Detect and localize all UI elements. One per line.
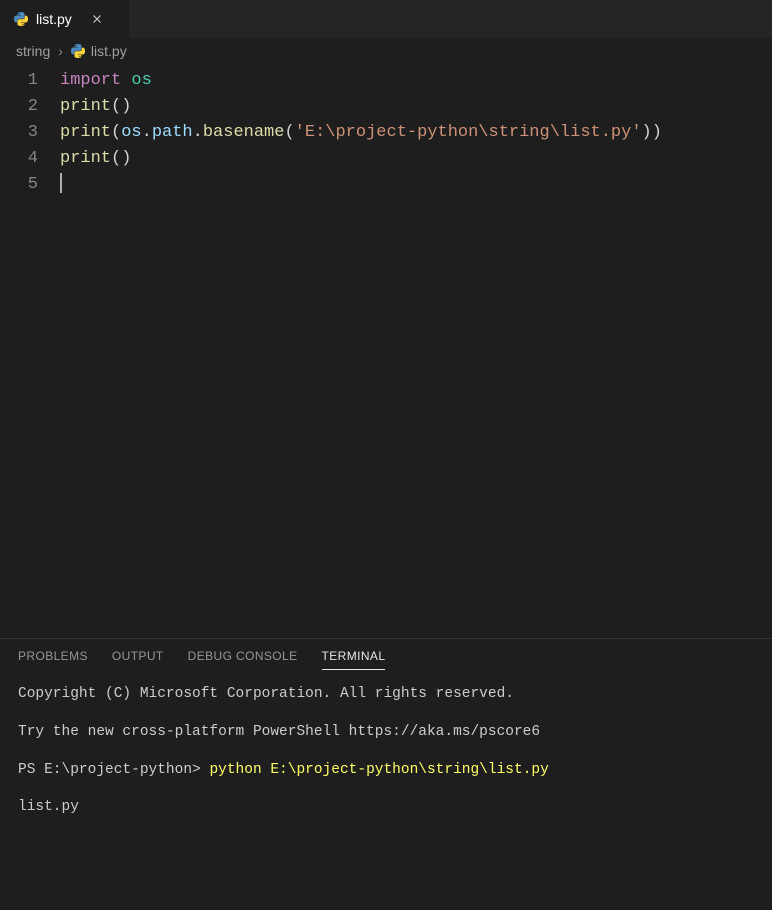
chevron-right-icon: ›: [58, 43, 63, 59]
tab-terminal[interactable]: TERMINAL: [322, 649, 386, 670]
code-line[interactable]: [60, 172, 772, 198]
line-number: 4: [0, 146, 38, 172]
text-cursor: [60, 173, 62, 193]
line-number: 1: [0, 68, 38, 94]
breadcrumb-item-file[interactable]: list.py: [71, 43, 127, 59]
line-number: 3: [0, 120, 38, 146]
breadcrumb-label: list.py: [91, 43, 127, 59]
tab-debug-console[interactable]: DEBUG CONSOLE: [188, 649, 298, 670]
python-icon: [14, 12, 28, 26]
breadcrumb-label: string: [16, 43, 50, 59]
breadcrumb[interactable]: string › list.py: [0, 38, 772, 64]
terminal-content[interactable]: Copyright (C) Microsoft Corporation. All…: [0, 674, 772, 910]
terminal-output: list.py: [18, 797, 754, 819]
code-line[interactable]: print(): [60, 94, 772, 120]
python-icon: [71, 44, 85, 58]
tab-title: list.py: [36, 11, 72, 27]
breadcrumb-item-string[interactable]: string: [16, 43, 50, 59]
bottom-panel: PROBLEMS OUTPUT DEBUG CONSOLE TERMINAL C…: [0, 638, 772, 910]
line-number: 2: [0, 94, 38, 120]
code-line[interactable]: print(): [60, 146, 772, 172]
terminal-prompt-line: PS E:\project-python> python E:\project-…: [18, 760, 754, 782]
tab-output[interactable]: OUTPUT: [112, 649, 164, 670]
line-number: 5: [0, 172, 38, 198]
code-editor[interactable]: 12345 import osprint()print(os.path.base…: [0, 64, 772, 638]
tab-problems[interactable]: PROBLEMS: [18, 649, 88, 670]
terminal-command: python E:\project-python\string\list.py: [209, 762, 548, 778]
code-area[interactable]: import osprint()print(os.path.basename('…: [60, 68, 772, 638]
code-line[interactable]: print(os.path.basename('E:\project-pytho…: [60, 120, 772, 146]
close-icon[interactable]: [88, 10, 106, 28]
tabs-bar: list.py: [0, 0, 772, 38]
terminal-line: Copyright (C) Microsoft Corporation. All…: [18, 684, 754, 706]
line-gutter: 12345: [0, 68, 60, 638]
panel-tabs: PROBLEMS OUTPUT DEBUG CONSOLE TERMINAL: [0, 639, 772, 674]
terminal-line: Try the new cross-platform PowerShell ht…: [18, 722, 754, 744]
terminal-prompt: PS E:\project-python>: [18, 762, 209, 778]
code-line[interactable]: import os: [60, 68, 772, 94]
tab-list-py[interactable]: list.py: [0, 0, 130, 38]
